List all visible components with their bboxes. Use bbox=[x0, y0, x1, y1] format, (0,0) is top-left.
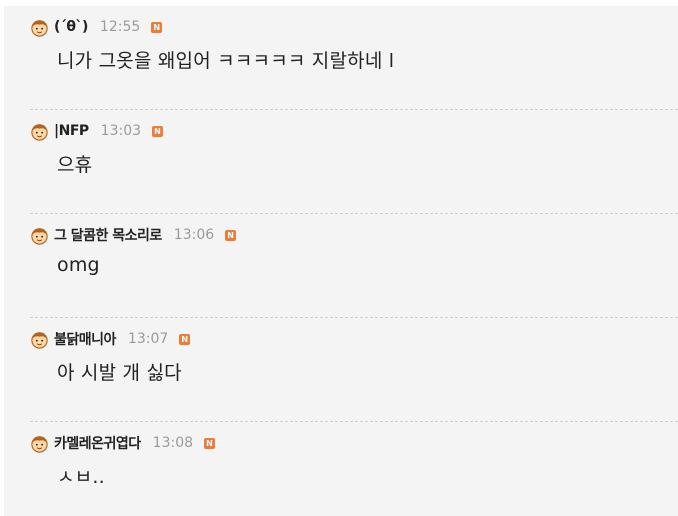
comment-nickname[interactable]: 불닭매니아 bbox=[54, 329, 116, 349]
comment-meta: 불닭매니아 13:07 N bbox=[30, 328, 191, 350]
new-badge-icon: N bbox=[151, 21, 163, 33]
comment-text: omg bbox=[57, 254, 100, 276]
new-badge-icon: N bbox=[152, 125, 164, 137]
comment-text: ㅅㅂ.. bbox=[57, 466, 105, 488]
avatar-icon[interactable] bbox=[30, 122, 49, 141]
comment-text: 니가 그옷을 왜입어 ㅋㅋㅋㅋㅋ 지랄하네 l bbox=[57, 50, 395, 72]
comment-meta: 카멜레온귀엽다 13:08 N bbox=[30, 432, 216, 454]
comment-item: (´θ`) 12:55 N 니가 그옷을 왜입어 ㅋㅋㅋㅋㅋ 지랄하네 l bbox=[4, 6, 678, 110]
avatar-icon[interactable] bbox=[30, 434, 49, 453]
avatar-icon[interactable] bbox=[30, 330, 49, 349]
comment-timestamp: 12:55 bbox=[99, 19, 141, 35]
comment-meta: (´θ`) 12:55 N bbox=[30, 16, 163, 38]
comment-list: (´θ`) 12:55 N 니가 그옷을 왜입어 ㅋㅋㅋㅋㅋ 지랄하네 l |N… bbox=[4, 6, 678, 516]
new-badge-icon: N bbox=[225, 229, 237, 241]
comment-nickname[interactable]: 카멜레온귀엽다 bbox=[54, 433, 141, 453]
comment-meta: 그 달콤한 목소리로 13:06 N bbox=[30, 224, 237, 246]
new-badge-icon: N bbox=[179, 333, 191, 345]
comment-item: 그 달콤한 목소리로 13:06 N omg bbox=[4, 214, 678, 318]
comment-item: |NFP 13:03 N 으휴 bbox=[4, 110, 678, 214]
comment-nickname[interactable]: |NFP bbox=[54, 123, 89, 139]
comment-text: 으휴 bbox=[57, 154, 93, 176]
comment-timestamp: 13:06 bbox=[173, 227, 215, 243]
comment-timestamp: 13:07 bbox=[127, 331, 169, 347]
comment-text: 아 시발 개 싫다 bbox=[57, 362, 182, 384]
avatar-icon[interactable] bbox=[30, 18, 49, 37]
comment-nickname[interactable]: (´θ`) bbox=[54, 19, 88, 35]
avatar-icon[interactable] bbox=[30, 226, 49, 245]
comment-nickname[interactable]: 그 달콤한 목소리로 bbox=[54, 225, 162, 245]
comment-item: 불닭매니아 13:07 N 아 시발 개 싫다 bbox=[4, 318, 678, 422]
new-badge-icon: N bbox=[204, 437, 216, 449]
comment-meta: |NFP 13:03 N bbox=[30, 120, 164, 142]
comment-item: 카멜레온귀엽다 13:08 N ㅅㅂ.. bbox=[4, 422, 678, 516]
comment-timestamp: 13:08 bbox=[152, 435, 194, 451]
comment-timestamp: 13:03 bbox=[100, 123, 142, 139]
